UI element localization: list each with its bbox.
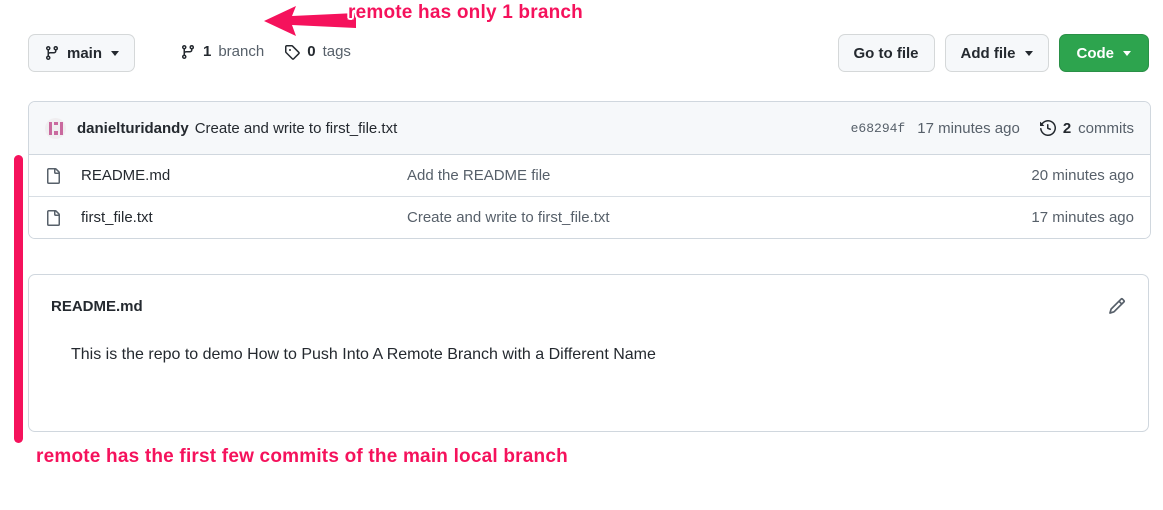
- annotation-bottom-note: remote has the first few commits of the …: [36, 446, 568, 467]
- git-branch-icon: [44, 45, 60, 61]
- left-arrow-icon: [264, 6, 356, 36]
- readme-panel: README.md This is the repo to demo How t…: [28, 274, 1149, 432]
- commits-count-value: 2: [1062, 119, 1072, 137]
- file-name[interactable]: first_file.txt: [81, 209, 407, 226]
- branch-count-link[interactable]: 1 branch: [180, 43, 264, 60]
- file-icon: [45, 209, 81, 226]
- commit-message[interactable]: Create and write to first_file.txt: [195, 120, 398, 137]
- git-branch-icon: [180, 44, 196, 60]
- chevron-down-icon: [1024, 50, 1033, 56]
- tag-count-link[interactable]: 0 tags: [284, 43, 351, 60]
- table-row[interactable]: first_file.txt Create and write to first…: [29, 197, 1150, 238]
- table-row[interactable]: README.md Add the README file 20 minutes…: [29, 155, 1150, 197]
- branch-count-value: 1: [203, 43, 212, 60]
- annotation-top-note: remote has only 1 branch: [348, 2, 583, 23]
- history-clock-icon: [1039, 120, 1056, 136]
- commit-meta: e68294f 17 minutes ago 2 commits: [851, 120, 1134, 137]
- file-commit-message[interactable]: Create and write to first_file.txt: [407, 209, 1031, 226]
- file-icon: [45, 167, 81, 184]
- file-commit-time: 20 minutes ago: [1031, 167, 1134, 184]
- pencil-icon[interactable]: [1108, 297, 1126, 315]
- latest-commit-bar: danielturidandy Create and write to firs…: [29, 102, 1150, 155]
- avatar: [45, 117, 66, 139]
- file-name[interactable]: README.md: [81, 167, 407, 184]
- commit-history-link[interactable]: 2 commits: [1039, 119, 1134, 137]
- go-to-file-button[interactable]: Go to file: [837, 34, 935, 72]
- tag-count-label: tags: [322, 43, 351, 60]
- readme-title: README.md: [51, 297, 143, 315]
- chevron-down-icon: [111, 50, 120, 56]
- tag-count-value: 0: [307, 43, 316, 60]
- commit-author[interactable]: danielturidandy: [77, 120, 189, 137]
- file-commit-message[interactable]: Add the README file: [407, 167, 1031, 184]
- branch-count-label: branch: [218, 43, 265, 60]
- branch-selector-label: main: [67, 44, 103, 62]
- commit-sha[interactable]: e68294f: [851, 121, 906, 136]
- readme-header: README.md: [29, 275, 1148, 315]
- file-listing: danielturidandy Create and write to firs…: [28, 101, 1151, 239]
- tag-icon: [284, 44, 300, 60]
- add-file-button[interactable]: Add file: [944, 34, 1049, 72]
- branch-selector-button[interactable]: main: [28, 34, 136, 72]
- code-button[interactable]: Code: [1058, 34, 1149, 72]
- code-button-label: Code: [1076, 44, 1115, 62]
- readme-body-text: This is the repo to demo How to Push Int…: [71, 346, 656, 363]
- file-commit-time: 17 minutes ago: [1031, 209, 1134, 226]
- chevron-down-icon: [1123, 50, 1131, 56]
- repo-toolbar: main 1 branch 0 tags Go to file Add file…: [28, 34, 1149, 76]
- commits-count-label: commits: [1078, 119, 1134, 137]
- add-file-label: Add file: [960, 44, 1016, 62]
- vertical-highlight-bar: [14, 155, 23, 443]
- repo-actions: Go to file Add file Code: [837, 34, 1149, 72]
- repo-refs-meta: 1 branch 0 tags: [180, 43, 351, 60]
- commit-relative-time: 17 minutes ago: [917, 119, 1020, 137]
